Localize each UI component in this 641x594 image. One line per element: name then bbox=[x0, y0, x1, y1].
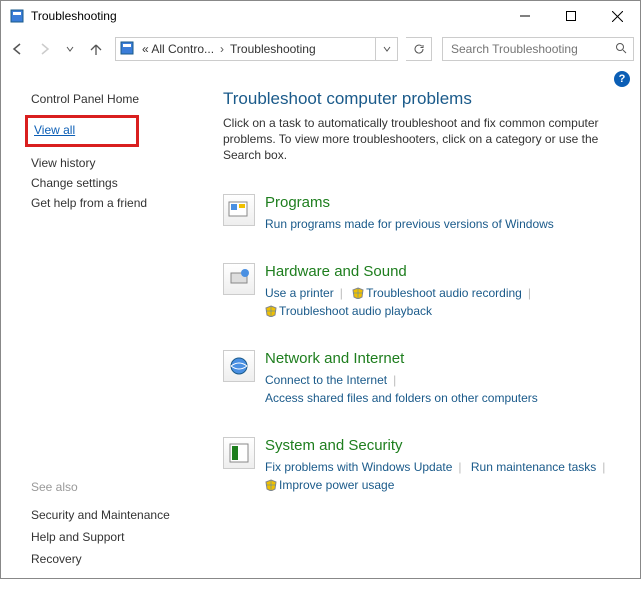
breadcrumb-separator[interactable]: › bbox=[216, 42, 228, 56]
category-title[interactable]: Hardware and Sound bbox=[265, 263, 624, 280]
window-controls bbox=[502, 1, 640, 31]
search-icon[interactable] bbox=[615, 42, 627, 57]
link-use-printer[interactable]: Use a printer bbox=[265, 284, 334, 302]
link-maintenance[interactable]: Run maintenance tasks bbox=[471, 458, 596, 476]
address-icon bbox=[120, 41, 136, 57]
shield-icon bbox=[352, 286, 364, 298]
help-row: ? bbox=[1, 67, 640, 87]
see-also-security[interactable]: Security and Maintenance bbox=[31, 504, 201, 526]
category-title[interactable]: Network and Internet bbox=[265, 350, 624, 367]
main-content: Troubleshoot computer problems Click on … bbox=[201, 87, 640, 594]
link-run-programs[interactable]: Run programs made for previous versions … bbox=[265, 215, 554, 233]
search-input[interactable] bbox=[449, 41, 615, 57]
app-icon bbox=[9, 8, 25, 24]
category-programs: Programs Run programs made for previous … bbox=[223, 194, 624, 233]
close-button[interactable] bbox=[594, 1, 640, 31]
sidebar-home[interactable]: Control Panel Home bbox=[31, 89, 201, 109]
sidebar-view-all[interactable]: View all bbox=[34, 120, 130, 140]
recent-dropdown[interactable] bbox=[59, 37, 81, 61]
see-also: See also Security and Maintenance Help a… bbox=[31, 480, 201, 570]
system-icon bbox=[223, 437, 255, 469]
see-also-help[interactable]: Help and Support bbox=[31, 526, 201, 548]
search-box[interactable] bbox=[442, 37, 634, 61]
category-title[interactable]: Programs bbox=[265, 194, 624, 211]
category-hardware: Hardware and Sound Use a printer| Troubl… bbox=[223, 263, 624, 320]
address-dropdown[interactable] bbox=[375, 38, 397, 60]
see-also-label: See also bbox=[31, 480, 201, 494]
link-audio-playback[interactable]: Troubleshoot audio playback bbox=[279, 302, 432, 320]
link-power-usage[interactable]: Improve power usage bbox=[279, 476, 394, 494]
breadcrumb-leaf[interactable]: Troubleshooting bbox=[228, 42, 318, 56]
category-network: Network and Internet Connect to the Inte… bbox=[223, 350, 624, 407]
help-icon[interactable]: ? bbox=[614, 71, 630, 87]
link-connect-internet[interactable]: Connect to the Internet bbox=[265, 371, 387, 389]
category-system: System and Security Fix problems with Wi… bbox=[223, 437, 624, 494]
toolbar: « All Contro... › Troubleshooting bbox=[1, 31, 640, 67]
page-title: Troubleshoot computer problems bbox=[223, 89, 624, 109]
window-title: Troubleshooting bbox=[31, 9, 502, 23]
back-button[interactable] bbox=[7, 37, 29, 61]
page-description: Click on a task to automatically trouble… bbox=[223, 115, 623, 164]
sidebar-get-help[interactable]: Get help from a friend bbox=[31, 193, 201, 213]
programs-icon bbox=[223, 194, 255, 226]
address-bar[interactable]: « All Contro... › Troubleshooting bbox=[115, 37, 398, 61]
minimize-button[interactable] bbox=[502, 1, 548, 31]
up-button[interactable] bbox=[85, 37, 107, 61]
see-also-recovery[interactable]: Recovery bbox=[31, 548, 201, 570]
maximize-button[interactable] bbox=[548, 1, 594, 31]
title-bar: Troubleshooting bbox=[1, 1, 640, 31]
forward-button[interactable] bbox=[33, 37, 55, 61]
hardware-icon bbox=[223, 263, 255, 295]
network-icon bbox=[223, 350, 255, 382]
breadcrumb-root[interactable]: « All Contro... bbox=[140, 42, 216, 56]
shield-icon bbox=[265, 478, 277, 490]
sidebar: Control Panel Home View all View history… bbox=[1, 87, 201, 594]
sidebar-change-settings[interactable]: Change settings bbox=[31, 173, 201, 193]
link-audio-recording[interactable]: Troubleshoot audio recording bbox=[366, 284, 522, 302]
highlight-box: View all bbox=[25, 115, 139, 147]
sidebar-view-history[interactable]: View history bbox=[31, 153, 201, 173]
refresh-button[interactable] bbox=[406, 37, 432, 61]
category-title[interactable]: System and Security bbox=[265, 437, 624, 454]
shield-icon bbox=[265, 304, 277, 316]
link-shared-files[interactable]: Access shared files and folders on other… bbox=[265, 389, 538, 407]
link-windows-update[interactable]: Fix problems with Windows Update bbox=[265, 458, 452, 476]
